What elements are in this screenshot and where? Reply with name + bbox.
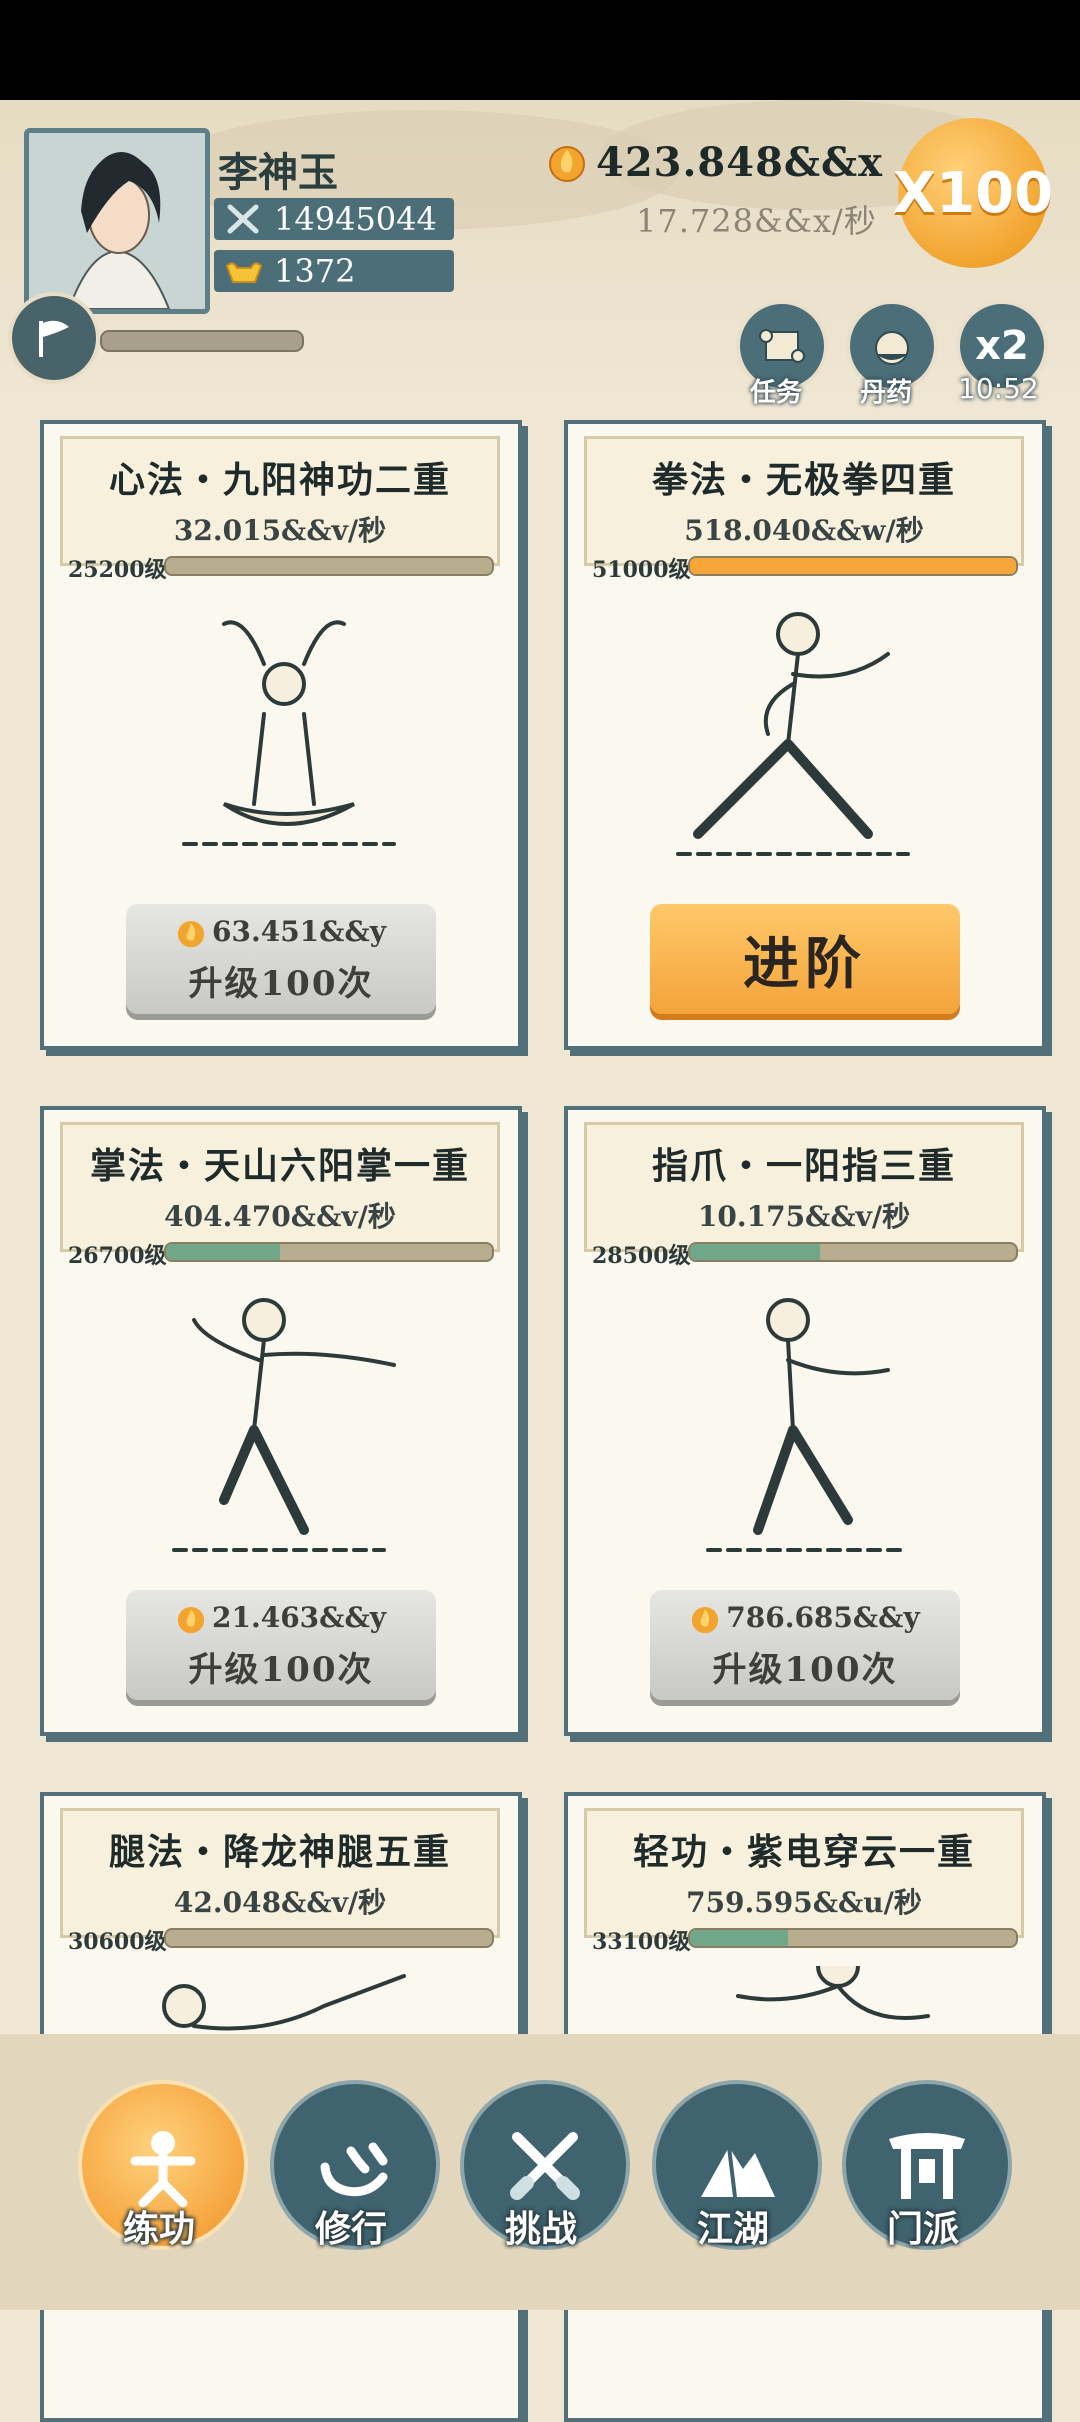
nav-sect-label: 门派 [886,2208,959,2250]
task-label: 任务 [750,378,803,408]
skill-title: 指爪・一阳指三重 [651,1145,956,1187]
gold-display: 423.848&&x [548,138,883,186]
skill-level: 28500级 [592,1243,691,1269]
upgrade-label: 升级100次 [712,1650,898,1690]
level-progress [688,556,1018,576]
card-header: 掌法・天山六阳掌一重 404.470&&v/秒 [60,1122,500,1252]
flame-coin-icon [177,1606,205,1634]
practice-icon [130,2131,196,2208]
level-progress [688,1928,1018,1948]
level-progress [164,556,494,576]
upgrade-button[interactable]: 21.463&&y 升级100次 [126,1590,436,1700]
scroll-icon [759,329,805,363]
skill-rate: 518.040&&w/秒 [684,514,924,547]
combat-power-value: 14945044 [274,200,437,238]
crossed-swords-icon [510,2132,580,2200]
skill-card: 掌法・天山六阳掌一重 404.470&&v/秒 26700级 21.463&&y… [40,1106,522,1736]
skill-level: 33100级 [592,1929,691,1955]
card-header: 拳法・无极拳四重 518.040&&w/秒 [584,436,1024,566]
palm-kick-figure [64,1280,498,1580]
flame-coin-icon [692,1606,719,1634]
player-name: 李神玉 [218,149,338,196]
nav-jianghu-label: 江湖 [696,2208,769,2250]
skill-title: 心法・九阳神功二重 [108,459,451,501]
swords-icon [222,201,266,237]
skill-card: 拳法・无极拳四重 518.040&&w/秒 51000级 进阶 [564,420,1046,1050]
skill-level: 30600级 [68,1929,167,1955]
flame-coin-icon [548,138,586,186]
player-avatar[interactable] [24,128,210,314]
upgrade-cost: 786.685&&y [726,1600,920,1634]
skill-title: 拳法・无极拳四重 [651,459,956,501]
flame-coin-icon [177,920,205,948]
nav-cultivate-label: 修行 [314,2208,387,2250]
ingot-value: 1372 [274,252,356,290]
upgrade-cost: 63.451&&y [212,914,386,948]
finger-strike-figure [588,1280,1022,1580]
skill-title: 轻功・紫电穿云一重 [632,1831,975,1873]
ingot-icon [222,253,266,289]
level-progress [164,1928,494,1948]
skill-card: 心法・九阳神功二重 32.015&&v/秒 25200级 63.451&&y 升… [40,420,522,1050]
skill-rate: 42.048&&v/秒 [173,1886,387,1919]
skill-level: 25200级 [68,557,167,583]
double-timer: 10:52 [958,372,1039,405]
fist-stance-figure [588,594,1022,894]
gold-rate: 17.728&&x/秒 [636,202,877,240]
upgrade-label: 升级100次 [188,1650,374,1690]
gold-value: 423.848&&x [596,138,883,186]
skill-title: 腿法・降龙神腿五重 [108,1831,451,1873]
nav-practice-label: 练功 [122,2208,195,2250]
gate-icon [889,2133,965,2199]
skill-rate: 404.470&&v/秒 [164,1200,396,1233]
upgrade-cost: 21.463&&y [212,1600,386,1634]
status-bar [0,0,1080,100]
nav-challenge-label: 挑战 [504,2208,577,2250]
flag-button[interactable] [8,292,100,384]
level-progress [164,1242,494,1262]
ingot-pill: 1372 [214,250,454,292]
multiplier-button[interactable]: X100 [893,118,1053,268]
advance-button[interactable]: 进阶 [650,904,960,1014]
upgrade-label: 升级100次 [188,964,374,1004]
skill-rate: 759.595&&u/秒 [686,1886,922,1919]
skill-level: 51000级 [592,557,691,583]
skill-level: 26700级 [68,1243,167,1269]
card-header: 指爪・一阳指三重 10.175&&v/秒 [584,1122,1024,1252]
card-header: 腿法・降龙神腿五重 42.048&&v/秒 [60,1808,500,1938]
pill-label: 丹药 [860,378,913,408]
level-progress [688,1242,1018,1262]
heart-icon [320,2142,388,2197]
experience-bar [100,330,304,352]
combat-power-pill: 14945044 [214,198,454,240]
skill-title: 掌法・天山六阳掌一重 [89,1145,470,1187]
skill-rate: 10.175&&v/秒 [697,1200,911,1233]
flag-icon [39,320,69,357]
upgrade-button[interactable]: 786.685&&y 升级100次 [650,1590,960,1700]
mountain-icon [701,2146,775,2198]
upgrade-button[interactable]: 63.451&&y 升级100次 [126,904,436,1014]
pill-icon [875,331,909,365]
skill-rate: 32.015&&v/秒 [173,514,387,547]
meditating-figure [64,594,498,894]
card-header: 心法・九阳神功二重 32.015&&v/秒 [60,436,500,566]
skill-card: 指爪・一阳指三重 10.175&&v/秒 28500级 786.685&&y 升… [564,1106,1046,1736]
card-header: 轻功・紫电穿云一重 759.595&&u/秒 [584,1808,1024,1938]
